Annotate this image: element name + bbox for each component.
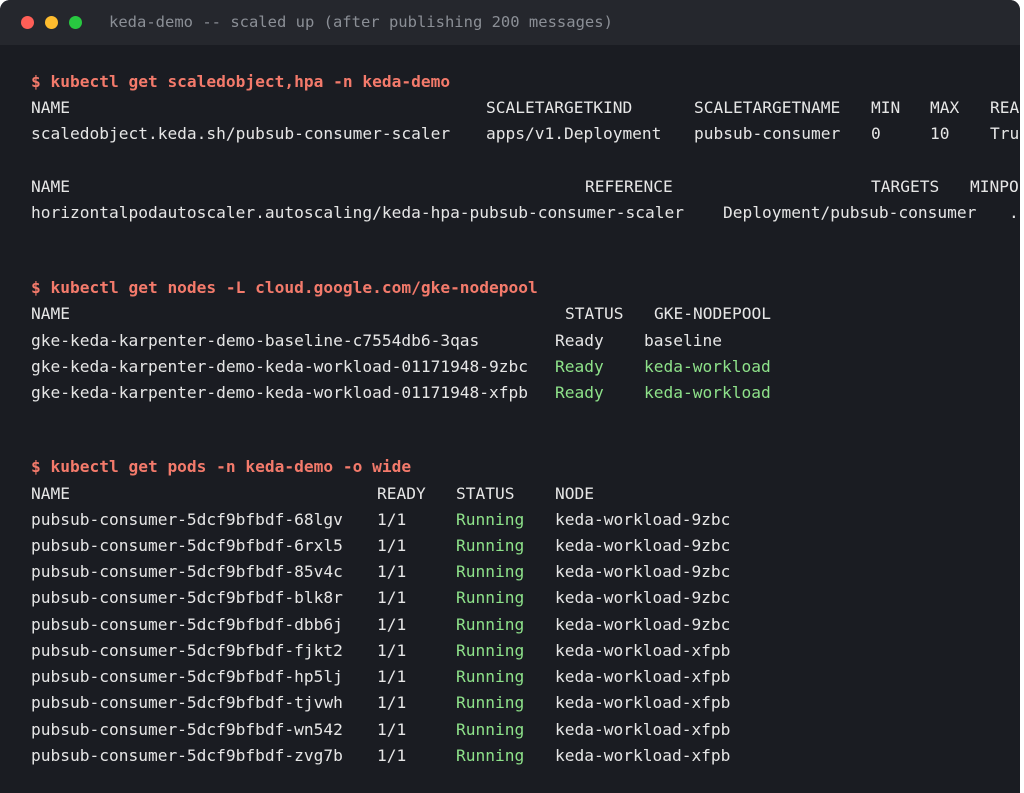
hpa-row-targets: .: [1009, 203, 1019, 222]
nodes-header-status: STATUS: [565, 304, 624, 323]
so-header-kind: SCALETARGETKIND: [486, 98, 633, 117]
pod-row-node: keda-workload-9zbc: [555, 536, 731, 555]
window-title: keda-demo -- scaled up (after publishing…: [109, 13, 613, 31]
node-row-status: Ready: [555, 383, 604, 402]
pod-row-status: Running: [456, 746, 525, 765]
nodes-header-name: NAME: [31, 304, 70, 323]
pod-row-name: pubsub-consumer-5dcf9bfbdf-6rxl5: [31, 536, 343, 555]
pod-row-ready: 1/1: [377, 615, 407, 634]
node-row-pool: keda-workload: [644, 383, 771, 402]
pod-row-name: pubsub-consumer-5dcf9bfbdf-hp5lj: [31, 667, 343, 686]
pod-row-node: keda-workload-xfpb: [555, 746, 731, 765]
node-row-name: gke-keda-karpenter-demo-keda-workload-01…: [31, 383, 529, 402]
close-window-button[interactable]: [21, 16, 34, 29]
pods-header-ready: READY: [377, 484, 426, 503]
pod-row-ready: 1/1: [377, 562, 407, 581]
terminal-output[interactable]: $ kubectl get scaledobject,hpa -n keda-d…: [0, 45, 1020, 793]
pod-row-name: pubsub-consumer-5dcf9bfbdf-fjkt2: [31, 641, 343, 660]
pod-row-name: pubsub-consumer-5dcf9bfbdf-tjvwh: [31, 693, 343, 712]
hpa-row-reference: Deployment/pubsub-consumer: [723, 203, 977, 222]
pod-row-ready: 1/1: [377, 510, 407, 529]
pods-header-node: NODE: [555, 484, 594, 503]
pod-row-node: keda-workload-9zbc: [555, 615, 731, 634]
node-row-name: gke-keda-karpenter-demo-baseline-c7554db…: [31, 331, 480, 350]
pod-row-status: Running: [456, 693, 525, 712]
so-header-name: NAME: [31, 98, 70, 117]
pod-row-ready: 1/1: [377, 693, 407, 712]
node-row-status: Ready: [555, 357, 604, 376]
command-prompt-nodes: $ kubectl get nodes -L cloud.google.com/…: [31, 278, 538, 297]
so-row-targetname: pubsub-consumer: [694, 124, 841, 143]
node-row-status: Ready: [555, 331, 604, 350]
pod-row-name: pubsub-consumer-5dcf9bfbdf-85v4c: [31, 562, 343, 581]
pod-row-node: keda-workload-xfpb: [555, 667, 731, 686]
pod-row-ready: 1/1: [377, 667, 407, 686]
hpa-row-name: horizontalpodautoscaler.autoscaling/keda…: [31, 203, 684, 222]
pod-row-name: pubsub-consumer-5dcf9bfbdf-zvg7b: [31, 746, 343, 765]
pods-header-status: STATUS: [456, 484, 515, 503]
pods-header-name: NAME: [31, 484, 70, 503]
pod-row-name: pubsub-consumer-5dcf9bfbdf-68lgv: [31, 510, 343, 529]
pod-row-status: Running: [456, 667, 525, 686]
pod-row-status: Running: [456, 720, 525, 739]
pod-row-status: Running: [456, 615, 525, 634]
so-row-ready: Tru: [990, 124, 1020, 143]
so-header-targetname: SCALETARGETNAME: [694, 98, 841, 117]
hpa-header-targets: TARGETS: [871, 177, 940, 196]
hpa-header-minpods: MINPO: [970, 177, 1019, 196]
so-row-kind: apps/v1.Deployment: [486, 124, 662, 143]
pod-row-status: Running: [456, 588, 525, 607]
pod-row-ready: 1/1: [377, 641, 407, 660]
title-bar: keda-demo -- scaled up (after publishing…: [0, 0, 1020, 45]
pod-row-status: Running: [456, 562, 525, 581]
command-prompt-pods: $ kubectl get pods -n keda-demo -o wide: [31, 457, 412, 476]
pod-row-name: pubsub-consumer-5dcf9bfbdf-wn542: [31, 720, 343, 739]
pod-row-ready: 1/1: [377, 588, 407, 607]
so-row-max: 10: [930, 124, 950, 143]
so-row-min: 0: [871, 124, 881, 143]
pod-row-status: Running: [456, 510, 525, 529]
nodes-header-nodepool: GKE-NODEPOOL: [654, 304, 771, 323]
node-row-pool: keda-workload: [644, 357, 771, 376]
so-header-max: MAX: [930, 98, 960, 117]
pod-row-node: keda-workload-9zbc: [555, 562, 731, 581]
pod-row-node: keda-workload-xfpb: [555, 693, 731, 712]
pod-row-status: Running: [456, 641, 525, 660]
hpa-header-reference: REFERENCE: [585, 177, 673, 196]
pod-row-name: pubsub-consumer-5dcf9bfbdf-dbb6j: [31, 615, 343, 634]
pod-row-node: keda-workload-9zbc: [555, 510, 731, 529]
terminal-window: keda-demo -- scaled up (after publishing…: [0, 0, 1020, 793]
pod-row-ready: 1/1: [377, 536, 407, 555]
zoom-window-button[interactable]: [69, 16, 82, 29]
minimize-window-button[interactable]: [45, 16, 58, 29]
so-header-ready: REA: [990, 98, 1020, 117]
pod-row-node: keda-workload-xfpb: [555, 641, 731, 660]
pod-row-name: pubsub-consumer-5dcf9bfbdf-blk8r: [31, 588, 343, 607]
node-row-pool: baseline: [644, 331, 722, 350]
pod-row-ready: 1/1: [377, 720, 407, 739]
pod-row-ready: 1/1: [377, 746, 407, 765]
node-row-name: gke-keda-karpenter-demo-keda-workload-01…: [31, 357, 529, 376]
pod-row-node: keda-workload-9zbc: [555, 588, 731, 607]
hpa-header-name: NAME: [31, 177, 70, 196]
so-header-min: MIN: [871, 98, 901, 117]
pod-row-node: keda-workload-xfpb: [555, 720, 731, 739]
command-prompt-scaledobject: $ kubectl get scaledobject,hpa -n keda-d…: [31, 72, 451, 91]
so-row-name: scaledobject.keda.sh/pubsub-consumer-sca…: [31, 124, 451, 143]
pod-row-status: Running: [456, 536, 525, 555]
